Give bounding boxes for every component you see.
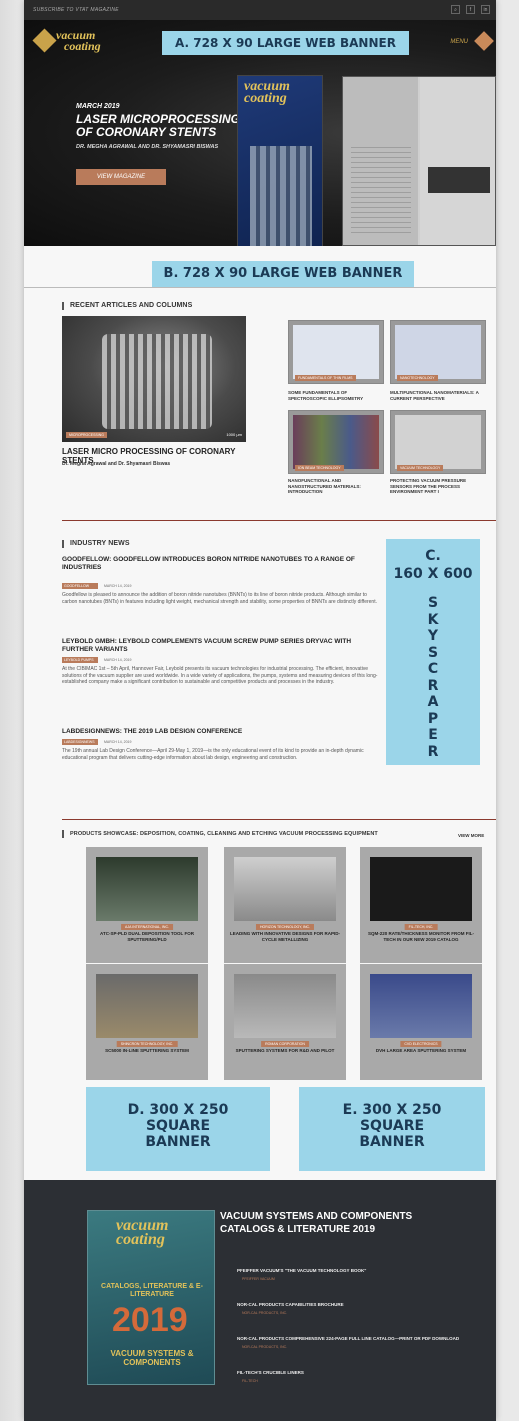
view-more-link[interactable]: VIEW MORE <box>458 833 484 838</box>
product-card[interactable]: HORIZON TECHNOLOGY, INC. LEADING WITH IN… <box>224 847 346 963</box>
product-image <box>96 974 198 1038</box>
product-card[interactable]: FIL-TECH, INC. SQM-220 RATE/THICKNESS MO… <box>360 847 482 963</box>
magazine-cover[interactable]: vacuum coating <box>237 75 323 246</box>
product-image <box>370 974 472 1038</box>
article-title[interactable]: NANOFUNCTIONAL AND NANOSTRUCTURED MATERI… <box>288 478 384 495</box>
news-tag[interactable]: GOODFELLOW <box>62 583 98 589</box>
catalog-item-title[interactable]: FIL-TECH'S CRUCIBLE LINERS <box>237 1370 487 1375</box>
article-thumb[interactable]: ION BEAM TECHNOLOGY <box>288 410 384 474</box>
section-divider <box>62 819 496 820</box>
news-body: At the CIBIMAC 1st – 5th April, Hannover… <box>62 666 378 686</box>
article-thumb[interactable]: NANOTECHNOLOGY <box>390 320 486 384</box>
ad-banner-b: B. 728 X 90 LARGE WEB BANNER <box>152 261 414 287</box>
catalog-item-source: NOR-CAL PRODUCTS, INC. <box>242 1345 288 1349</box>
hero-section: vacuum coating A. 728 X 90 LARGE WEB BAN… <box>24 20 496 246</box>
product-image <box>234 974 336 1038</box>
article-title[interactable]: MULTIFUNCTIONAL NANOMATERIALS: A CURRENT… <box>390 390 486 401</box>
article-thumb[interactable]: FUNDAMENTALS OF THIN FILMS <box>288 320 384 384</box>
hero-date: MARCH 2019 <box>76 103 120 110</box>
ad-banner-d: D. 300 X 250 SQUARE BANNER <box>86 1087 270 1171</box>
news-date: MARCH 14, 2019 <box>104 658 132 662</box>
catalog-item-title[interactable]: NOR-CAL PRODUCTS COMPREHENSIVE 224-PAGE … <box>237 1336 487 1341</box>
logo-diamond-icon <box>32 28 57 53</box>
skyscraper-letters: S K Y S C R A P E R <box>427 595 439 760</box>
news-title[interactable]: LABDESIGNNEWS: THE 2019 LAB DESIGN CONFE… <box>62 728 372 736</box>
product-image <box>370 857 472 921</box>
featured-article-image[interactable]: MICROPROCESSING 1000 μm <box>62 316 246 442</box>
catalog-item-title[interactable]: NOR-CAL PRODUCTS CAPABILITIES BROCHURE <box>237 1302 487 1307</box>
banner-rule <box>24 287 496 288</box>
cover-stent-image <box>250 146 312 246</box>
logo-text: vacuum coating <box>56 28 101 53</box>
top-icons: ⌕ f in <box>451 5 490 14</box>
spread-image <box>428 167 490 193</box>
subscribe-link[interactable]: SUBSCRIBE TO VTAT MAGAZINE <box>33 7 119 13</box>
news-body: Goodfellow is pleased to announce the ad… <box>62 592 377 605</box>
news-tag[interactable]: LEYBOLD PUMPS <box>62 657 98 663</box>
catalog-item-source: FIL-TECH <box>242 1379 258 1383</box>
product-card[interactable]: SHINCRON TECHNOLOGY, INC. SC5000 IN-LINE… <box>86 964 208 1080</box>
site-logo[interactable]: vacuum coating <box>32 28 118 54</box>
spread-right-page <box>420 77 495 245</box>
recent-articles-heading: RECENT ARTICLES AND COLUMNS <box>62 302 192 310</box>
product-image <box>96 857 198 921</box>
catalog-item-source: NOR-CAL PRODUCTS, INC. <box>242 1311 288 1315</box>
cover-logo-text: vacuum coating <box>244 79 290 106</box>
featured-tag[interactable]: MICROPROCESSING <box>66 432 108 438</box>
article-title[interactable]: SOME FUNDAMENTALS OF SPECTROSCOPIC ELLIP… <box>288 390 384 401</box>
hero-title[interactable]: LASER MICROPROCESSING OF CORONARY STENTS <box>76 113 256 139</box>
ad-banner-c: C. 160 X 600 S K Y S C R A P E R <box>386 539 480 765</box>
ad-banner-e: E. 300 X 250 SQUARE BANNER <box>299 1087 485 1171</box>
ad-banner-a: A. 728 X 90 LARGE WEB BANNER <box>162 31 409 55</box>
product-card[interactable]: AJA INTERNATIONAL, INC. ATC-SP-PLD DUAL … <box>86 847 208 963</box>
spread-text-lines <box>351 147 411 237</box>
catalog-item-source: PFEIFFER VACUUM <box>242 1277 275 1281</box>
catalog-item-title[interactable]: PFEIFFER VACUUM'S "THE VACUUM TECHNOLOGY… <box>237 1268 487 1273</box>
catalog-footer: vacuum coating CATALOGS, LITERATURE & E-… <box>24 1180 496 1421</box>
news-title[interactable]: LEYBOLD GMBH: LEYBOLD COMPLEMENTS VACUUM… <box>62 638 372 654</box>
news-tag[interactable]: LABDESIGNNEWS <box>62 739 98 745</box>
article-thumb[interactable]: VACUUM TECHNOLOGY <box>390 410 486 474</box>
product-card[interactable]: CVD ELECTRONICS DVH LARGE AREA SPUTTERIN… <box>360 964 482 1080</box>
scale-label: 1000 μm <box>226 432 242 437</box>
linkedin-icon[interactable]: in <box>481 5 490 14</box>
product-image <box>234 857 336 921</box>
page-backdrop <box>0 0 24 1421</box>
search-icon[interactable]: ⌕ <box>451 5 460 14</box>
top-bar: SUBSCRIBE TO VTAT MAGAZINE ⌕ f in <box>24 0 496 20</box>
news-date: MARCH 14, 2019 <box>104 740 132 744</box>
section-divider <box>62 520 496 521</box>
catalog-logo-text: vacuum coating <box>116 1217 169 1248</box>
news-body: The 19th annual Lab Design Conference—Ap… <box>62 748 364 761</box>
products-heading: PRODUCTS SHOWCASE: DEPOSITION, COATING, … <box>62 830 442 838</box>
stent-image <box>102 334 212 429</box>
industry-news-heading: INDUSTRY NEWS <box>62 540 130 548</box>
featured-article-authors: Dr. Megha Agrawal and Dr. Shyamasri Bisw… <box>62 461 171 467</box>
product-card[interactable]: ROMAN CORPORATION SPUTTERING SYSTEMS FOR… <box>224 964 346 1080</box>
article-title[interactable]: PROTECTING VACUUM PRESSURE SENSORS FROM … <box>390 478 486 495</box>
menu-label[interactable]: MENU <box>450 39 468 45</box>
news-date: MARCH 14, 2019 <box>104 584 132 588</box>
catalog-cover[interactable]: vacuum coating CATALOGS, LITERATURE & E-… <box>87 1210 215 1385</box>
facebook-icon[interactable]: f <box>466 5 475 14</box>
catalog-heading: VACUUM SYSTEMS AND COMPONENTS CATALOGS &… <box>220 1211 413 1235</box>
news-title[interactable]: GOODFELLOW: GOODFELLOW INTRODUCES BORON … <box>62 556 372 572</box>
page: SUBSCRIBE TO VTAT MAGAZINE ⌕ f in vacuum… <box>24 0 496 1421</box>
view-magazine-button[interactable]: VIEW MAGAZINE <box>76 169 166 185</box>
magazine-spread[interactable] <box>342 76 496 246</box>
